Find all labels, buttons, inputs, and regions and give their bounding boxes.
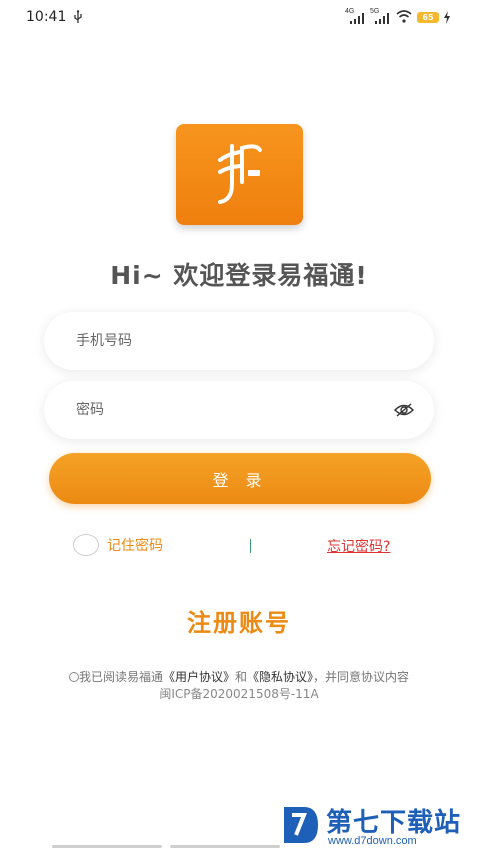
divider	[250, 539, 251, 553]
password-input[interactable]	[76, 381, 376, 439]
login-button[interactable]: 登 录	[49, 453, 431, 504]
watermark: 第七下载站 www.d7down.com	[278, 800, 478, 850]
register-button[interactable]: 注册账号	[0, 603, 478, 638]
watermark-title: 第七下载站	[326, 808, 462, 838]
welcome-title: Hi~ 欢迎登录易福通!	[110, 261, 368, 290]
agreement-suffix: ，并同意协议内容	[313, 670, 410, 684]
remember-label: 记住密码	[107, 538, 163, 554]
signal-5g-icon: 5G	[370, 8, 390, 24]
privacy-agreement-link[interactable]: 《隐私协议》	[247, 670, 313, 684]
icp-number: 闽ICP备2020021508号-11A	[159, 687, 319, 701]
status-bar: 10:41 4G 5G 65	[0, 0, 478, 36]
logo-mark-icon	[218, 144, 262, 204]
agreement-line: 我已阅读易福通《用户协议》和《隐私协议》，并同意协议内容	[0, 668, 478, 685]
nav-indicator	[52, 845, 162, 848]
watermark-url: www.d7down.com	[328, 835, 417, 847]
usb-icon	[74, 10, 82, 23]
phone-input[interactable]	[76, 312, 376, 370]
signal-4g-icon: 4G	[345, 8, 365, 24]
battery-icon: 65	[417, 12, 439, 23]
agreement-prefix: 我已阅读易福通	[78, 670, 163, 684]
phone-field[interactable]	[44, 312, 434, 370]
password-field[interactable]	[44, 381, 434, 439]
agreement-and: 和	[234, 670, 247, 684]
status-time: 10:41	[26, 9, 67, 25]
app-logo	[176, 124, 303, 225]
watermark-logo-icon	[284, 807, 318, 843]
remember-radio[interactable]	[73, 534, 99, 556]
nav-indicator	[170, 845, 280, 848]
charging-icon	[444, 11, 450, 24]
eye-closed-icon[interactable]	[394, 402, 414, 418]
wifi-icon	[396, 10, 412, 23]
forgot-password-link[interactable]: 忘记密码?	[327, 536, 390, 556]
remember-password[interactable]: 记住密码	[73, 534, 163, 556]
agreement-radio[interactable]	[68, 672, 79, 682]
user-agreement-link[interactable]: 《用户协议》	[163, 670, 235, 684]
